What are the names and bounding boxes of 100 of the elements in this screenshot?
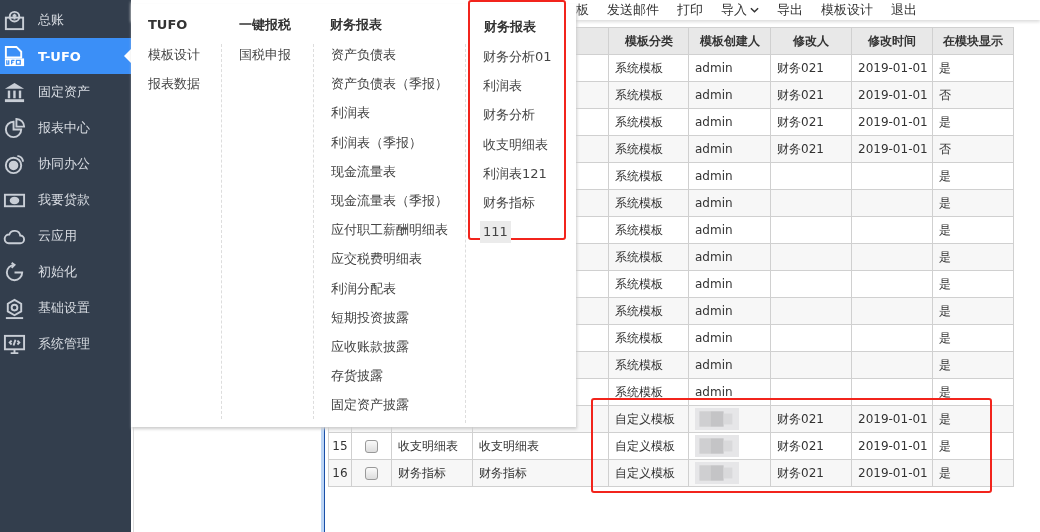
menu-item[interactable]: 资产负债表 — [328, 44, 399, 66]
menu-item[interactable]: 应付职工薪酬明细表 — [328, 219, 451, 242]
sidebar-item[interactable]: 我要贷款 — [0, 182, 131, 218]
menu-item[interactable]: 固定资产披露 — [328, 394, 412, 417]
toolbar-item[interactable]: 退出 — [891, 1, 917, 19]
table-cell: 财务021 — [777, 114, 824, 129]
table-cell: 财务021 — [777, 87, 824, 102]
table-cell: 是 — [939, 357, 951, 372]
table-cell: 财务021 — [777, 411, 824, 426]
column-header: 在模块显示 — [932, 27, 1014, 55]
column-header: 修改人 — [770, 27, 852, 55]
sidebar-item[interactable]: 云应用 — [0, 218, 131, 254]
menu-item[interactable]: 现金流量表 — [328, 160, 399, 183]
toolbar-item[interactable]: 模板设计 — [821, 1, 873, 19]
toolbar-item[interactable]: 导出 — [777, 1, 803, 19]
menu-item[interactable]: 存货披露 — [328, 365, 386, 388]
toolbar-item[interactable]: 打印 — [677, 1, 703, 19]
sidebar-item[interactable]: 基础设置 — [0, 290, 131, 326]
menu-item[interactable]: 应交税费明细表 — [328, 248, 425, 271]
table-cell: admin — [695, 250, 733, 264]
menu-item[interactable]: 111 — [480, 221, 511, 244]
menu-item[interactable]: 利润表 — [328, 102, 373, 125]
table-cell: 收支明细表 — [479, 438, 539, 453]
table-cell: 系统模板 — [615, 330, 663, 345]
menu-heading: 财务报表 — [483, 18, 537, 36]
table-cell: 是 — [939, 384, 951, 399]
table-cell: 系统模板 — [615, 114, 663, 129]
column-header: 修改时间 — [851, 27, 933, 55]
monitor-icon — [3, 332, 26, 356]
table-cell: 系统模板 — [615, 195, 663, 210]
table-cell: 否 — [939, 87, 951, 102]
table-cell: admin — [695, 358, 733, 372]
bank-icon — [3, 80, 26, 104]
sidebar-item[interactable]: 协同办公 — [0, 146, 131, 182]
table-cell: 是 — [939, 411, 951, 426]
row-checkbox[interactable] — [365, 467, 378, 480]
table-cell: 收支明细表 — [398, 438, 458, 453]
toolbar-item[interactable]: 导入 — [721, 1, 759, 19]
table-cell: 是 — [939, 465, 951, 480]
sidebar-item[interactable]: 初始化 — [0, 254, 131, 290]
menu-item[interactable]: 报表数据 — [145, 73, 203, 96]
table-cell: 2019-01-01 — [858, 115, 928, 129]
sidebar-item[interactable]: 总账 — [0, 2, 131, 38]
toolbar-item[interactable]: 发送邮件 — [607, 1, 659, 19]
table-cell: 2019-01-01 — [858, 439, 928, 453]
table-cell: admin — [695, 277, 733, 291]
menu-heading: 一键报税 — [238, 16, 292, 34]
table-cell: 是 — [939, 60, 951, 75]
table-cell: 财务021 — [777, 438, 824, 453]
menu-item[interactable]: 短期投资披露 — [328, 306, 412, 329]
menu-heading: TUFO — [147, 16, 189, 34]
menu-item[interactable]: 应收账款披露 — [328, 335, 412, 358]
table-cell: admin — [695, 88, 733, 102]
table-cell: 系统模板 — [615, 87, 663, 102]
table-cell: 2019-01-01 — [858, 61, 928, 75]
menu-item[interactable]: 现金流量表（季报） — [328, 189, 451, 212]
table-cell: 系统模板 — [615, 249, 663, 264]
menu-item[interactable]: 财务分析 — [480, 104, 538, 127]
table-cell: 2019-01-01 — [858, 466, 928, 480]
column-header: 模板创建人 — [688, 27, 771, 55]
sidebar-item[interactable]: 报表中心 — [0, 110, 131, 146]
table-cell: 系统模板 — [615, 303, 663, 318]
table-cell: 财务指标 — [398, 465, 446, 480]
table-cell: 否 — [939, 141, 951, 156]
table-cell: 是 — [939, 195, 951, 210]
menu-item[interactable]: 国税申报 — [236, 44, 294, 66]
table-cell: admin — [695, 196, 733, 210]
sidebar-item[interactable]: 系统管理 — [0, 326, 131, 362]
table-cell: 2019-01-01 — [858, 412, 928, 426]
row-checkbox[interactable] — [365, 440, 378, 453]
table-cell: 系统模板 — [615, 357, 663, 372]
pie-chart-icon — [3, 116, 26, 140]
table-cell: 财务021 — [777, 60, 824, 75]
toolbar-item[interactable]: 板 — [576, 1, 589, 19]
table-cell: 财务021 — [777, 465, 824, 480]
table-cell: 自定义模板 — [615, 438, 675, 453]
table-cell: admin — [695, 331, 733, 345]
menu-item[interactable]: 模板设计 — [145, 44, 203, 66]
menu-item[interactable]: 财务分析01 — [480, 46, 555, 68]
menu-item[interactable]: 利润表（季报） — [328, 131, 425, 154]
table-cell: admin — [695, 115, 733, 129]
menu-item[interactable]: 利润表 — [480, 75, 525, 98]
row-number: 16 — [332, 466, 348, 480]
table-cell: admin — [695, 385, 733, 399]
table-cell: 系统模板 — [615, 384, 663, 399]
table-cell: 系统模板 — [615, 141, 663, 156]
table-cell: 是 — [939, 168, 951, 183]
table-cell: 系统模板 — [615, 276, 663, 291]
settings-icon — [3, 296, 26, 320]
refresh-icon — [3, 260, 26, 284]
table-cell: 2019-01-01 — [858, 88, 928, 102]
menu-heading: 财务报表 — [329, 16, 383, 34]
menu-item[interactable]: 资产负债表（季报） — [328, 73, 451, 96]
table-cell: 自定义模板 — [615, 411, 675, 426]
menu-item[interactable]: 利润分配表 — [328, 277, 399, 300]
sidebar-item[interactable]: 固定资产 — [0, 74, 131, 110]
table-cell: 系统模板 — [615, 222, 663, 237]
table-cell: 2019-01-01 — [858, 142, 928, 156]
table-cell: 是 — [939, 249, 951, 264]
table-cell: admin — [695, 223, 733, 237]
